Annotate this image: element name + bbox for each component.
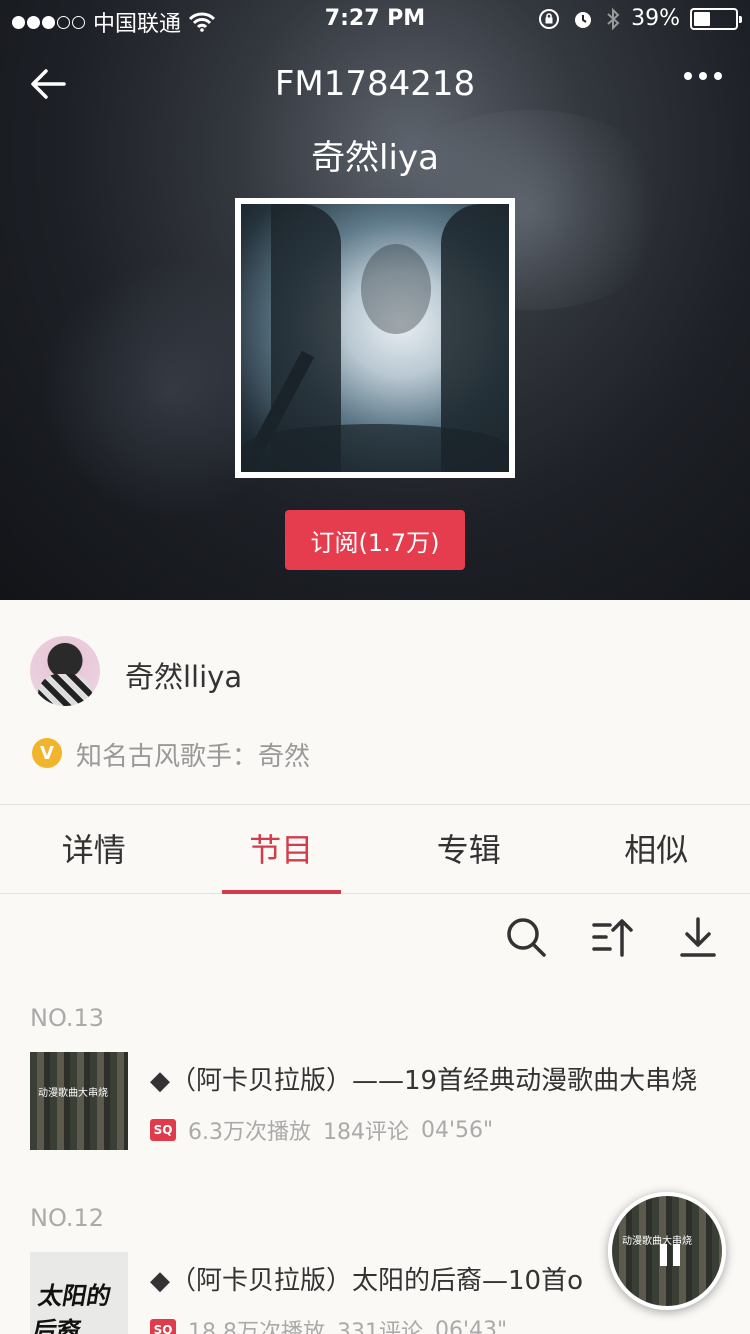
tab-similar[interactable]: 相似 <box>563 806 750 893</box>
play-count: 6.3万次播放 <box>188 1120 311 1145</box>
sort-icon[interactable] <box>590 915 634 959</box>
tab-details[interactable]: 详情 <box>0 806 188 893</box>
rotation-lock-icon <box>539 8 560 29</box>
tab-albums[interactable]: 专辑 <box>375 806 563 893</box>
profile-description: 知名古风歌手：奇然 <box>76 742 311 772</box>
list-toolbar <box>504 915 720 959</box>
alarm-icon <box>575 11 592 28</box>
page-title: FM1784218 <box>274 64 476 104</box>
header-hero: 中国联通 7:27 PM 39% FM1784218 奇然liya 订阅(1.7… <box>0 0 750 600</box>
cover-image <box>235 198 515 478</box>
thumbnail-text: 太阳的后裔 <box>30 1281 114 1334</box>
search-icon[interactable] <box>504 915 548 959</box>
status-bar: 中国联通 7:27 PM 39% <box>0 0 750 40</box>
program-number: NO.12 <box>30 1204 105 1232</box>
download-icon[interactable] <box>676 915 720 959</box>
more-icon[interactable] <box>684 72 722 80</box>
thumbnail-text: 动漫歌曲大串烧 <box>38 1088 108 1099</box>
tab-bar: 详情 节目 专辑 相似 <box>0 806 750 894</box>
program-thumbnail: 动漫歌曲大串烧 <box>30 1052 128 1150</box>
play-count: 18.8万次播放 <box>188 1320 325 1334</box>
battery-percent: 39% <box>631 6 680 31</box>
sq-badge: SQ <box>150 1119 176 1141</box>
duration: 06'43" <box>435 1317 508 1334</box>
sq-badge: SQ <box>150 1319 176 1334</box>
profile-name[interactable]: 奇然lliya <box>125 654 242 696</box>
page-subtitle: 奇然liya <box>311 138 439 178</box>
mini-player-text: 动漫歌曲大串烧 <box>622 1236 692 1247</box>
program-thumbnail: 太阳的后裔 <box>30 1252 128 1334</box>
tab-programs[interactable]: 节目 <box>188 806 376 894</box>
avatar[interactable] <box>30 636 100 706</box>
profile-section: 奇然lliya V 知名古风歌手：奇然 <box>0 600 750 805</box>
battery-icon <box>690 7 742 30</box>
verified-v-icon: V <box>32 738 62 768</box>
comment-count: 184评论 <box>323 1120 409 1145</box>
duration: 04'56" <box>421 1117 494 1143</box>
program-number: NO.13 <box>30 1004 105 1032</box>
program-title: ◆（阿卡贝拉版）——19首经典动漫歌曲大串烧 <box>150 1066 698 1096</box>
subscribe-button[interactable]: 订阅(1.7万) <box>285 510 465 570</box>
comment-count: 331评论 <box>337 1320 423 1334</box>
list-item[interactable]: 动漫歌曲大串烧 ◆（阿卡贝拉版）——19首经典动漫歌曲大串烧 SQ 6.3万次播… <box>0 1052 750 1162</box>
mini-player[interactable]: 动漫歌曲大串烧 <box>608 1192 726 1310</box>
bluetooth-icon <box>607 7 620 30</box>
pause-icon[interactable] <box>660 1244 680 1266</box>
